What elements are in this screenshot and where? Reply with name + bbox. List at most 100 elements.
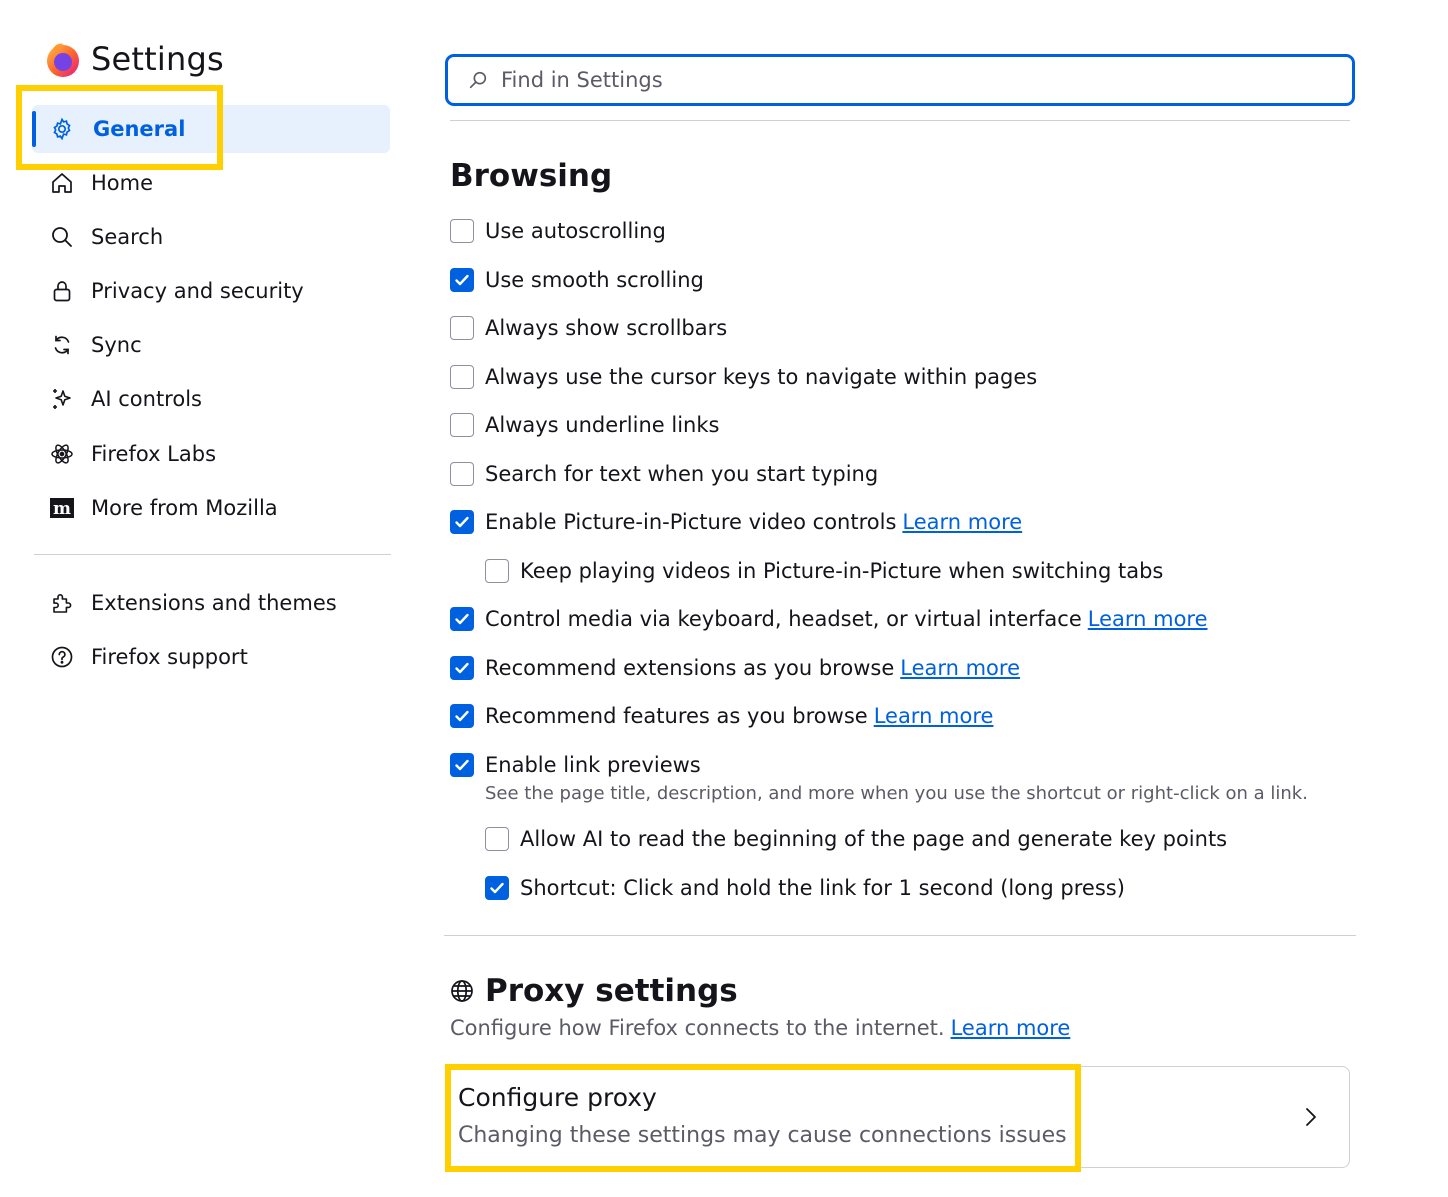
checkbox-checked[interactable]	[450, 510, 474, 534]
option-recommend-extensions[interactable]: Recommend extensions as you browse Learn…	[450, 656, 1020, 680]
checkbox[interactable]	[450, 316, 474, 340]
option-control-media[interactable]: Control media via keyboard, headset, or …	[450, 607, 1208, 631]
checkbox[interactable]	[485, 559, 509, 583]
option-picture-in-picture[interactable]: Enable Picture-in-Picture video controls…	[450, 510, 1022, 534]
configure-proxy-title: Configure proxy	[458, 1083, 657, 1112]
sidebar-item-firefox-labs[interactable]: Firefox Labs	[32, 430, 390, 478]
learn-more-link[interactable]: Learn more	[1088, 607, 1208, 631]
option-label: Recommend features as you browse	[485, 704, 868, 728]
option-label: Use smooth scrolling	[485, 268, 704, 292]
configure-proxy-subtitle: Changing these settings may cause connec…	[458, 1123, 1067, 1148]
checkbox[interactable]	[450, 365, 474, 389]
sidebar-item-label: Privacy and security	[91, 279, 304, 303]
checkmark-icon	[490, 882, 504, 894]
option-label: Use autoscrolling	[485, 219, 666, 243]
home-icon	[49, 170, 75, 196]
sidebar-item-more-from-mozilla[interactable]: m More from Mozilla	[32, 484, 390, 532]
learn-more-link[interactable]: Learn more	[874, 704, 994, 728]
sidebar-item-label: Firefox support	[91, 645, 248, 669]
atom-icon	[49, 441, 75, 467]
search-input[interactable]	[501, 68, 1301, 92]
option-recommend-features[interactable]: Recommend features as you browse Learn m…	[450, 704, 993, 728]
checkbox-checked[interactable]	[450, 268, 474, 292]
checkbox[interactable]	[450, 462, 474, 486]
sidebar-item-label: General	[93, 117, 186, 141]
proxy-description: Configure how Firefox connects to the in…	[450, 1016, 1070, 1040]
configure-proxy-button[interactable]: Configure proxy Changing these settings …	[447, 1066, 1350, 1168]
proxy-description-text: Configure how Firefox connects to the in…	[450, 1016, 945, 1040]
search-icon	[469, 71, 487, 89]
option-label: Keep playing videos in Picture-in-Pictur…	[520, 559, 1164, 583]
learn-more-link[interactable]: Learn more	[900, 656, 1020, 680]
top-divider	[450, 120, 1350, 121]
learn-more-link[interactable]: Learn more	[951, 1016, 1071, 1040]
checkbox-checked[interactable]	[450, 656, 474, 680]
proxy-title-text: Proxy settings	[485, 973, 738, 1009]
checkbox-checked[interactable]	[485, 876, 509, 900]
checkbox-checked[interactable]	[450, 607, 474, 631]
sidebar-item-ai-controls[interactable]: AI controls	[32, 375, 390, 423]
lock-icon	[49, 278, 75, 304]
sync-icon	[49, 332, 75, 358]
learn-more-link[interactable]: Learn more	[902, 510, 1022, 534]
checkmark-icon	[455, 516, 469, 528]
checkbox[interactable]	[485, 827, 509, 851]
option-label: Enable link previews	[485, 753, 701, 777]
checkbox-checked[interactable]	[450, 704, 474, 728]
option-long-press-shortcut[interactable]: Shortcut: Click and hold the link for 1 …	[485, 876, 1125, 900]
globe-icon	[451, 980, 473, 1002]
sidebar-item-search[interactable]: Search	[32, 213, 390, 261]
checkmark-icon	[455, 710, 469, 722]
sidebar-item-firefox-support[interactable]: Firefox support	[32, 633, 390, 681]
option-label: Shortcut: Click and hold the link for 1 …	[520, 876, 1125, 900]
sidebar-item-extensions[interactable]: Extensions and themes	[32, 579, 390, 627]
option-label: Search for text when you start typing	[485, 462, 879, 486]
gear-icon	[49, 116, 75, 142]
page-title: Settings	[91, 40, 224, 78]
option-autoscrolling[interactable]: Use autoscrolling	[450, 219, 666, 243]
option-label: Enable Picture-in-Picture video controls	[485, 510, 897, 534]
checkbox-checked[interactable]	[450, 753, 474, 777]
help-icon	[49, 644, 75, 670]
option-cursor-keys[interactable]: Always use the cursor keys to navigate w…	[450, 365, 1037, 389]
option-smooth-scrolling[interactable]: Use smooth scrolling	[450, 268, 704, 292]
sidebar-item-sync[interactable]: Sync	[32, 321, 390, 369]
sidebar-item-label: Extensions and themes	[91, 591, 337, 615]
search-icon	[49, 224, 75, 250]
settings-search-box[interactable]	[445, 54, 1355, 106]
sidebar-item-general[interactable]: General	[32, 105, 390, 153]
sidebar-item-privacy[interactable]: Privacy and security	[32, 267, 390, 315]
puzzle-icon	[49, 590, 75, 616]
svg-text:m: m	[53, 499, 71, 519]
chevron-right-icon	[1306, 1108, 1316, 1126]
checkmark-icon	[455, 274, 469, 286]
option-label: Always use the cursor keys to navigate w…	[485, 365, 1038, 389]
option-ai-key-points[interactable]: Allow AI to read the beginning of the pa…	[485, 827, 1227, 851]
sidebar-item-label: More from Mozilla	[91, 496, 278, 520]
option-label: Always underline links	[485, 413, 720, 437]
browsing-section-title: Browsing	[450, 158, 613, 194]
option-search-when-typing[interactable]: Search for text when you start typing	[450, 462, 878, 486]
option-link-previews[interactable]: Enable link previews	[450, 753, 701, 777]
sidebar-item-home[interactable]: Home	[32, 159, 390, 207]
option-show-scrollbars[interactable]: Always show scrollbars	[450, 316, 727, 340]
proxy-section-title: Proxy settings	[450, 973, 738, 1009]
option-label: Always show scrollbars	[485, 316, 728, 340]
option-keep-playing-pip[interactable]: Keep playing videos in Picture-in-Pictur…	[485, 559, 1163, 583]
sidebar-item-label: Search	[91, 225, 164, 249]
section-divider	[444, 935, 1356, 936]
checkmark-icon	[455, 613, 469, 625]
option-label: Allow AI to read the beginning of the pa…	[520, 827, 1228, 851]
mozilla-m-icon: m	[49, 495, 75, 521]
sidebar-item-label: Sync	[91, 333, 142, 357]
firefox-logo-icon	[47, 43, 79, 77]
sparkle-icon	[49, 386, 75, 412]
option-underline-links[interactable]: Always underline links	[450, 413, 719, 437]
option-label: Control media via keyboard, headset, or …	[485, 607, 1082, 631]
sidebar-item-label: AI controls	[91, 387, 202, 411]
checkmark-icon	[455, 662, 469, 674]
checkbox[interactable]	[450, 413, 474, 437]
checkbox[interactable]	[450, 219, 474, 243]
settings-brand: Settings	[44, 40, 224, 78]
sidebar-divider	[34, 554, 391, 555]
